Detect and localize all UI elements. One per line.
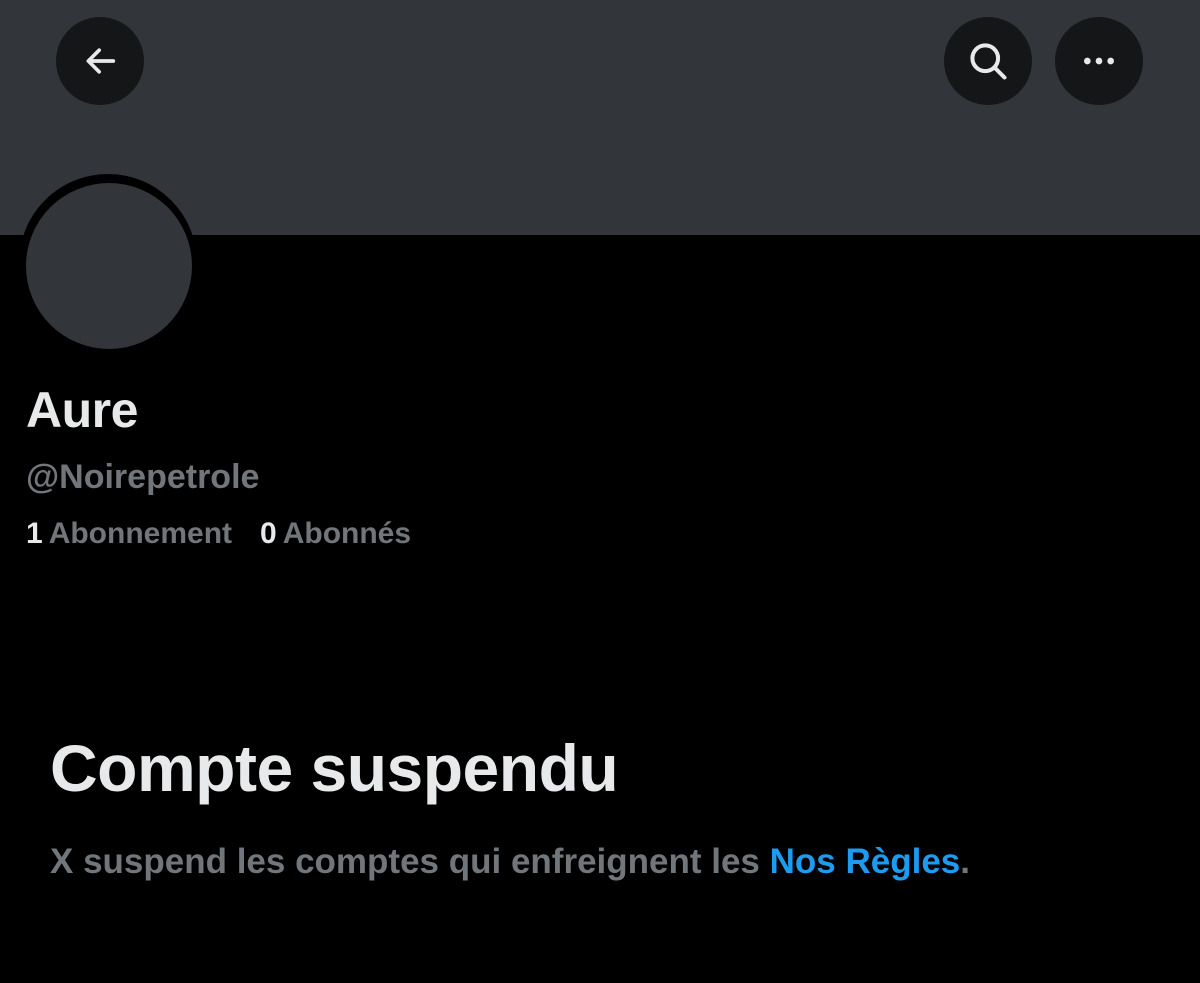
following-count: 1 — [26, 517, 43, 550]
back-button[interactable] — [56, 17, 144, 105]
rules-link[interactable]: Nos Règles — [770, 842, 961, 881]
followers-link[interactable]: 0 Abonnés — [260, 515, 411, 553]
profile-handle: @Noirepetrole — [26, 458, 260, 496]
profile-display-name: Aure — [26, 382, 138, 438]
profile-stats: 1 Abonnement 0 Abonnés — [26, 515, 411, 553]
followers-count: 0 — [260, 517, 277, 550]
avatar[interactable] — [26, 183, 192, 349]
suspended-title: Compte suspendu — [50, 731, 619, 805]
following-label: Abonnement — [48, 517, 233, 550]
more-horizontal-icon — [1084, 57, 1114, 65]
following-link[interactable]: 1 Abonnement — [26, 515, 232, 553]
search-button[interactable] — [944, 17, 1032, 105]
arrow-left-icon — [86, 48, 116, 74]
suspended-message-prefix: X suspend les comptes qui enfreignent le… — [50, 842, 770, 881]
avatar-frame — [19, 174, 197, 352]
more-options-button[interactable] — [1055, 17, 1143, 105]
search-icon — [970, 43, 1007, 80]
suspended-message: X suspend les comptes qui enfreignent le… — [50, 840, 970, 884]
suspended-message-suffix: . — [960, 842, 970, 881]
followers-label: Abonnés — [282, 517, 412, 550]
